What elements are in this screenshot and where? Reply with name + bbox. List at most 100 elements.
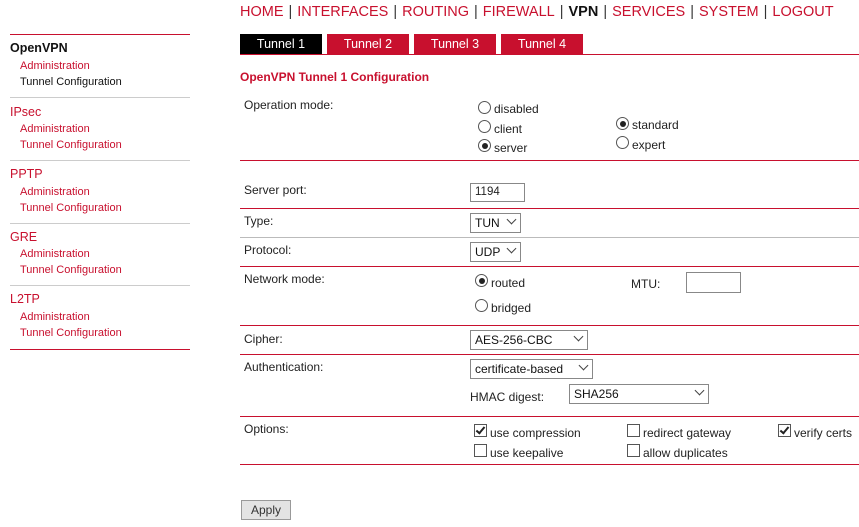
sidebar-item-gre-administration[interactable]: Administration	[20, 248, 90, 260]
nav-separator: |	[559, 4, 564, 20]
nav-separator: |	[690, 4, 694, 20]
authentication-select[interactable]: certificate-based	[470, 359, 593, 379]
server-port-input[interactable]: 1194	[470, 183, 525, 202]
section-divider	[240, 464, 859, 465]
section-divider	[240, 325, 859, 326]
cipher-select-value: AES-256-CBC	[475, 333, 553, 347]
protocol-select-value: UDP	[475, 245, 501, 259]
section-divider	[240, 237, 859, 238]
sidebar-divider	[10, 223, 190, 224]
nav-logout[interactable]: LOGOUT	[772, 4, 833, 20]
nav-system[interactable]: SYSTEM	[699, 4, 759, 20]
radio-server-label: server	[494, 141, 528, 155]
type-select-value: TUN	[475, 216, 500, 230]
sidebar-heading-pptp[interactable]: PPTP	[10, 167, 43, 181]
section-divider	[240, 208, 859, 209]
network-mode-label: Network mode:	[244, 272, 325, 286]
radio-disabled-label: disabled	[494, 102, 539, 116]
sidebar-item-ipsec-administration[interactable]: Administration	[20, 123, 90, 135]
sidebar-item-openvpn-administration[interactable]: Administration	[20, 60, 90, 72]
mtu-label: MTU:	[631, 277, 661, 291]
nav-vpn[interactable]: VPN	[569, 4, 599, 20]
operation-mode-label: Operation mode:	[244, 98, 334, 112]
options-label: Options:	[244, 422, 289, 436]
nav-separator: |	[763, 4, 768, 20]
sidebar-item-l2tp-administration[interactable]: Administration	[20, 311, 90, 323]
nav-routing[interactable]: ROUTING	[402, 4, 469, 20]
radio-expert-label: expert	[632, 138, 666, 152]
checkbox-redirect-gateway-label: redirect gateway	[643, 426, 732, 440]
nav-services[interactable]: SERVICES	[612, 4, 685, 20]
checkbox-allow-duplicates-label: allow duplicates	[643, 446, 728, 460]
radio-client[interactable]	[478, 120, 491, 133]
authentication-label: Authentication:	[244, 360, 324, 374]
nav-separator: |	[393, 4, 398, 20]
radio-expert[interactable]	[616, 136, 629, 149]
sidebar-heading-ipsec[interactable]: IPsec	[10, 105, 41, 119]
checkbox-verify-certs[interactable]	[778, 424, 791, 437]
tab-underline	[240, 54, 859, 55]
nav-separator: |	[603, 4, 608, 20]
sidebar-item-pptp-administration[interactable]: Administration	[20, 186, 90, 198]
sidebar-item-gre-tunnel-configuration[interactable]: Tunnel Configuration	[20, 264, 122, 276]
tab-tunnel-1[interactable]: Tunnel 1	[240, 34, 322, 54]
nav-home[interactable]: HOME	[240, 4, 284, 20]
section-divider	[240, 354, 859, 355]
sidebar-divider	[10, 34, 190, 35]
sidebar-item-openvpn-tunnel-configuration[interactable]: Tunnel Configuration	[20, 76, 122, 88]
sidebar-divider	[10, 97, 190, 98]
hmac-digest-label: HMAC digest:	[470, 390, 545, 404]
sidebar-item-ipsec-tunnel-configuration[interactable]: Tunnel Configuration	[20, 139, 122, 151]
radio-bridged[interactable]	[475, 299, 488, 312]
top-nav: HOME | INTERFACES | ROUTING | FIREWALL | VPN | SER…	[240, 4, 834, 20]
radio-standard-label: standard	[632, 118, 679, 132]
sidebar-divider	[10, 160, 190, 161]
type-label: Type:	[244, 214, 274, 228]
chevron-down-icon	[573, 331, 584, 342]
checkbox-use-compression-label: use compression	[490, 426, 581, 440]
type-select[interactable]: TUN	[470, 213, 521, 233]
chevron-down-icon	[506, 214, 517, 225]
nav-separator: |	[288, 4, 293, 20]
checkbox-allow-duplicates[interactable]	[627, 444, 640, 457]
radio-routed-label: routed	[491, 276, 526, 290]
radio-client-label: client	[494, 122, 523, 136]
page-title: OpenVPN Tunnel 1 Configuration	[240, 70, 430, 84]
authentication-select-value: certificate-based	[475, 362, 564, 376]
protocol-select[interactable]: UDP	[470, 242, 521, 262]
radio-server[interactable]	[478, 139, 491, 152]
checkbox-use-keepalive[interactable]	[474, 444, 487, 457]
nav-firewall[interactable]: FIREWALL	[483, 4, 555, 20]
apply-button[interactable]: Apply	[241, 500, 291, 520]
nav-separator: |	[473, 4, 478, 20]
checkbox-use-keepalive-label: use keepalive	[490, 446, 564, 460]
chevron-down-icon	[694, 385, 705, 396]
radio-bridged-label: bridged	[491, 301, 532, 315]
radio-disabled[interactable]	[478, 101, 491, 114]
radio-standard[interactable]	[616, 117, 629, 130]
chevron-down-icon	[506, 243, 517, 254]
section-divider	[240, 416, 859, 417]
hmac-digest-select[interactable]: SHA256	[569, 384, 709, 404]
mtu-input[interactable]	[686, 272, 741, 293]
hmac-digest-select-value: SHA256	[574, 387, 619, 401]
sidebar-item-pptp-tunnel-configuration[interactable]: Tunnel Configuration	[20, 202, 122, 214]
checkbox-use-compression[interactable]	[474, 424, 487, 437]
sidebar-heading-gre[interactable]: GRE	[10, 230, 37, 244]
cipher-select[interactable]: AES-256-CBC	[470, 330, 588, 350]
sidebar-heading-l2tp[interactable]: L2TP	[10, 292, 40, 306]
chevron-down-icon	[578, 360, 589, 371]
server-port-label: Server port:	[244, 183, 307, 197]
tab-tunnel-2[interactable]: Tunnel 2	[327, 34, 409, 54]
checkbox-redirect-gateway[interactable]	[627, 424, 640, 437]
checkbox-verify-certs-label: verify certs	[794, 426, 853, 440]
nav-interfaces[interactable]: INTERFACES	[297, 4, 388, 20]
protocol-label: Protocol:	[244, 243, 292, 257]
tab-tunnel-3[interactable]: Tunnel 3	[414, 34, 496, 54]
sidebar-heading-openvpn[interactable]: OpenVPN	[10, 41, 68, 55]
sidebar-item-l2tp-tunnel-configuration[interactable]: Tunnel Configuration	[20, 327, 122, 339]
section-divider	[240, 266, 859, 267]
tab-tunnel-4[interactable]: Tunnel 4	[501, 34, 583, 54]
section-divider	[240, 160, 859, 161]
radio-routed[interactable]	[475, 274, 488, 287]
